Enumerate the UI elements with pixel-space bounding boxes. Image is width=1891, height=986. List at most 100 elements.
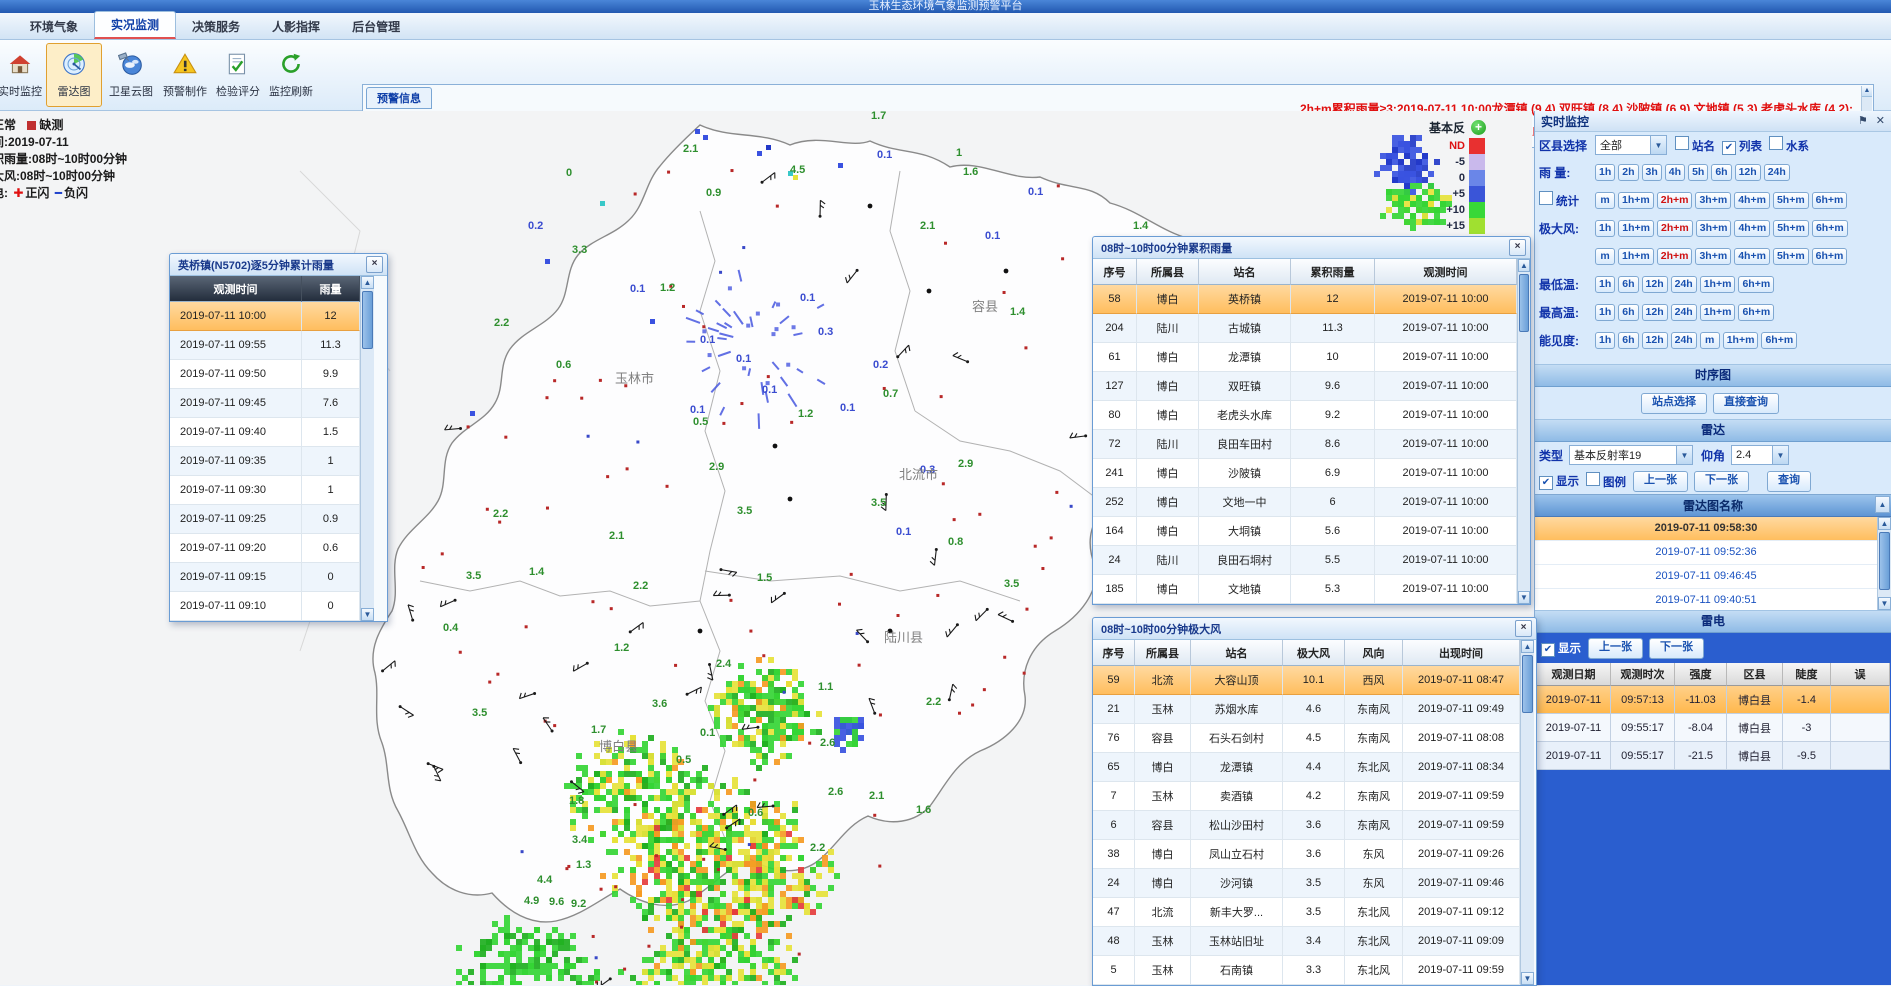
table-cell[interactable]: 玉林 <box>1135 927 1191 956</box>
table-cell[interactable]: 博白 <box>1137 372 1199 401</box>
table-cell[interactable]: 石头石剑村 <box>1191 724 1283 753</box>
lightning-cell[interactable]: 博白县 <box>1727 742 1783 770</box>
checkbox-icon[interactable] <box>1769 136 1783 150</box>
table-cell[interactable]: 4.6 <box>1283 695 1345 724</box>
table-cell[interactable]: 2019-07-11 09:55 <box>170 331 302 360</box>
timeline-button-站点选择[interactable]: 站点选择 <box>1641 393 1707 414</box>
table-cell[interactable]: 良田车田村 <box>1199 430 1291 459</box>
table-cell[interactable]: 24 <box>1093 869 1135 898</box>
scrollbar-thumb[interactable] <box>1519 274 1529 332</box>
stat-checkbox[interactable]: 统计 <box>1539 194 1586 208</box>
table-cell[interactable]: 4.2 <box>1283 782 1345 811</box>
table-cell[interactable]: 东南风 <box>1345 782 1403 811</box>
scroll-up-icon[interactable]: ▲ <box>1875 496 1890 513</box>
table-cell[interactable]: 252 <box>1093 488 1137 517</box>
table-cell[interactable]: 9.6 <box>1291 372 1375 401</box>
table-cell[interactable]: 双旺镇 <box>1199 372 1291 401</box>
scrollbar-thumb[interactable] <box>1522 655 1533 713</box>
table-cell[interactable]: 164 <box>1093 517 1137 546</box>
period-button-2h+m[interactable]: 2h+m <box>1657 220 1693 237</box>
table-cell[interactable]: 59 <box>1093 666 1135 695</box>
table-cell[interactable]: 老虎头水库 <box>1199 401 1291 430</box>
table-cell[interactable]: 新丰大罗... <box>1191 898 1283 927</box>
table-cell[interactable]: 文地镇 <box>1199 575 1291 604</box>
pin-icon[interactable]: ⚑ <box>1858 116 1868 127</box>
table-cell[interactable]: 2019-07-11 10:00 <box>1375 517 1517 546</box>
table-cell[interactable]: 9.9 <box>302 360 360 389</box>
period-button-2h+m[interactable]: 2h+m <box>1657 192 1693 209</box>
menu-tab-环境气象[interactable]: 环境气象 <box>14 14 94 39</box>
table-cell[interactable]: 10.1 <box>1283 666 1345 695</box>
window-scrollbar[interactable]: ▲▼ <box>1520 640 1534 985</box>
radar-image-item[interactable]: 2019-07-11 09:52:36 <box>1535 541 1877 565</box>
table-cell[interactable]: 2019-07-11 10:00 <box>170 302 302 331</box>
table-cell[interactable]: 2019-07-11 09:25 <box>170 505 302 534</box>
table-cell[interactable]: 2019-07-11 10:00 <box>1375 343 1517 372</box>
table-cell[interactable]: 4.4 <box>1283 753 1345 782</box>
radar-next-button[interactable]: 下一张 <box>1694 471 1749 492</box>
window-scrollbar[interactable]: ▲▼ <box>1517 259 1530 604</box>
table-cell[interactable]: 7.6 <box>302 389 360 418</box>
checkbox-icon[interactable]: ✔ <box>1541 643 1555 657</box>
table-cell[interactable]: 3.4 <box>1283 927 1345 956</box>
lightning-cell[interactable]: -3 <box>1783 714 1831 742</box>
table-cell[interactable]: 卖酒镇 <box>1191 782 1283 811</box>
table-cell[interactable]: 7 <box>1093 782 1135 811</box>
table-cell[interactable]: 0 <box>302 592 360 621</box>
period-button-6h[interactable]: 6h <box>1711 164 1731 181</box>
table-cell[interactable]: 58 <box>1093 285 1137 314</box>
period-button-4h+m[interactable]: 4h+m <box>1734 220 1770 237</box>
table-cell[interactable]: 0.6 <box>302 534 360 563</box>
table-cell[interactable]: 6 <box>1291 488 1375 517</box>
period-button-m[interactable]: m <box>1595 248 1615 265</box>
table-cell[interactable]: 北流 <box>1135 666 1191 695</box>
period-button-12h[interactable]: 12h <box>1642 304 1668 321</box>
table-cell[interactable]: 博白 <box>1137 488 1199 517</box>
table-cell[interactable]: 东北风 <box>1345 898 1403 927</box>
scrollbar-track[interactable] <box>1521 653 1534 972</box>
lightning-cell[interactable]: 09:55:17 <box>1611 742 1675 770</box>
period-button-6h[interactable]: 6h <box>1618 304 1638 321</box>
scroll-down-icon[interactable]: ▼ <box>1878 597 1891 610</box>
table-cell[interactable]: 东风 <box>1345 840 1403 869</box>
radar-prev-button[interactable]: 上一张 <box>1633 471 1688 492</box>
checkbox-icon[interactable]: ✔ <box>1539 476 1553 490</box>
table-cell[interactable]: 东风 <box>1345 869 1403 898</box>
table-cell[interactable]: 2019-07-11 10:00 <box>1375 401 1517 430</box>
radar-type-select[interactable]: 基本反射率19 ▼ <box>1569 445 1693 465</box>
table-cell[interactable]: 12 <box>302 302 360 331</box>
lightning-show-checkbox[interactable]: ✔显示 <box>1541 640 1588 657</box>
checkbox-icon[interactable] <box>1539 191 1553 205</box>
period-button-4h[interactable]: 4h <box>1665 164 1685 181</box>
menu-tab-后台管理[interactable]: 后台管理 <box>336 14 416 39</box>
period-button-6h+m[interactable]: 6h+m <box>1812 248 1848 265</box>
period-button-24h[interactable]: 24h <box>1671 304 1697 321</box>
period-button-24h[interactable]: 24h <box>1671 276 1697 293</box>
table-cell[interactable]: 1 <box>302 447 360 476</box>
menu-tab-决策服务[interactable]: 决策服务 <box>176 14 256 39</box>
period-button-6h+m[interactable]: 6h+m <box>1738 276 1774 293</box>
table-cell[interactable]: 21 <box>1093 695 1135 724</box>
lightning-cell[interactable]: -9.5 <box>1783 742 1831 770</box>
table-cell[interactable]: 良田石垌村 <box>1199 546 1291 575</box>
table-cell[interactable]: 1.5 <box>302 418 360 447</box>
table-cell[interactable]: 博白 <box>1137 459 1199 488</box>
window-scrollbar[interactable]: ▲▼ <box>360 276 374 621</box>
period-button-1h+m[interactable]: 1h+m <box>1700 276 1736 293</box>
period-button-6h[interactable]: 6h <box>1618 276 1638 293</box>
toolbar-button-检验评分[interactable]: 检验评分 <box>210 43 266 107</box>
table-cell[interactable]: 2019-07-11 10:00 <box>1375 372 1517 401</box>
table-cell[interactable]: 龙潭镇 <box>1191 753 1283 782</box>
scroll-down-icon[interactable]: ▼ <box>1518 591 1530 604</box>
window-titlebar[interactable]: 08时~10时00分钟累积雨量× <box>1093 237 1530 259</box>
table-cell[interactable]: 80 <box>1093 401 1137 430</box>
scroll-up-icon[interactable]: ▲ <box>1518 259 1530 272</box>
table-cell[interactable]: 3.5 <box>1283 869 1345 898</box>
table-cell[interactable]: 东南风 <box>1345 695 1403 724</box>
period-button-m[interactable]: m <box>1595 192 1615 209</box>
radar-image-item[interactable]: 2019-07-11 09:58:30 <box>1535 517 1877 541</box>
legend-add-button[interactable]: + <box>1471 120 1486 135</box>
table-cell[interactable]: 2019-07-11 09:59 <box>1403 811 1520 840</box>
period-button-3h+m[interactable]: 3h+m <box>1695 248 1731 265</box>
table-cell[interactable]: 龙潭镇 <box>1199 343 1291 372</box>
